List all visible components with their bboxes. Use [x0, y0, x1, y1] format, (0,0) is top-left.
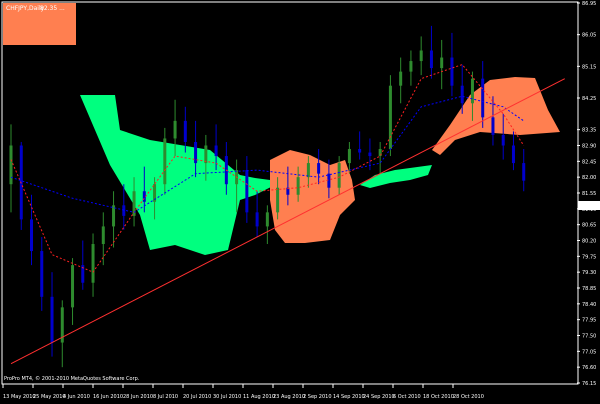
candle-body [163, 138, 167, 185]
x-tick-label: 8 Jul 2010 [153, 394, 178, 400]
x-tick-label: 6 Oct 2010 [393, 394, 421, 400]
candle-body [470, 78, 474, 104]
candle-body [214, 145, 218, 157]
ichimoku-chart: 86.95 86.05 85.15 84.25 83.35 82.90 82.45 82.00… [1, 1, 600, 400]
y-tick-label: 82.90 [582, 144, 596, 150]
candle-body [388, 85, 392, 150]
candle-body [183, 120, 187, 142]
candle-body [30, 219, 34, 252]
price-label: 81.95 [580, 203, 597, 210]
chart-header-values: 82.35 ... [40, 5, 65, 12]
x-tick-label: 4 Jun 2010 [63, 394, 90, 400]
x-tick-label: 23 Aug 2010 [273, 394, 305, 400]
y-axis: 86.95 86.05 85.15 84.25 83.35 82.90 82.45 82.00… [577, 1, 596, 387]
kijun-sen-line [10, 95, 525, 213]
y-tick-label: 76.15 [582, 381, 596, 387]
copyright-text: ProPro MT4, © 2001-2010 MetaQuotes Softw… [4, 375, 140, 382]
candle-body [358, 149, 362, 153]
x-tick-label: 20 Jul 2010 [183, 394, 211, 400]
candle-body [245, 170, 249, 213]
x-tick-label: 28 Jun 2010 [123, 394, 153, 400]
y-tick-label: 86.95 [582, 1, 596, 7]
y-tick-label: 78.40 [582, 302, 596, 308]
candle-body [9, 145, 13, 185]
cloud-layer [3, 3, 560, 255]
candle-body [327, 173, 331, 188]
candle-body [317, 163, 321, 174]
candle-body [347, 149, 351, 164]
y-tick-label: 80.20 [582, 239, 596, 245]
candle-body [265, 212, 269, 227]
x-tick-label: 24 Sep 2010 [363, 394, 395, 400]
candle-body [491, 117, 495, 135]
y-tick-label: 82.00 [582, 175, 596, 181]
y-tick-label: 85.15 [582, 64, 596, 70]
x-tick-label: 16 Jun 2010 [93, 394, 123, 400]
x-tick-label: 25 May 2010 [33, 394, 66, 400]
y-tick-label: 77.95 [582, 318, 596, 324]
candle-body [440, 57, 444, 69]
cloud-bear-right [432, 77, 560, 155]
candlestick-series [9, 25, 526, 368]
y-tick-label: 78.85 [582, 286, 596, 292]
candle-body [522, 163, 526, 181]
candle-body [337, 163, 341, 188]
y-tick-label: 83.35 [582, 128, 596, 134]
candle-body [306, 163, 310, 178]
y-tick-label: 79.75 [582, 254, 596, 260]
candle-body [399, 71, 403, 86]
candle-body [296, 177, 300, 195]
x-tick-label: 30 Jul 2010 [213, 394, 241, 400]
y-tick-label: 76.60 [582, 365, 596, 371]
candle-body [204, 145, 208, 164]
cloud-bull-small [360, 165, 432, 188]
candle-body [101, 226, 105, 245]
y-tick-label: 77.05 [582, 349, 596, 355]
candle-body [419, 50, 423, 62]
cloud-bear-middle [270, 150, 355, 243]
x-tick-label: 14 Sep 2010 [333, 394, 365, 400]
y-tick-label: 79.30 [582, 270, 596, 276]
candle-body [501, 134, 505, 146]
candle-body [276, 187, 280, 213]
candle-body [460, 85, 464, 104]
candle-body [409, 61, 413, 72]
y-tick-label: 86.05 [582, 33, 596, 39]
y-tick-label: 82.45 [582, 159, 596, 165]
x-tick-label: 2 Sep 2010 [303, 394, 332, 400]
x-tick-label: 18 Oct 2010 [423, 394, 454, 400]
x-tick-label: 11 Aug 2010 [243, 394, 275, 400]
x-tick-label: 28 Oct 2010 [453, 394, 484, 400]
candle-body [173, 120, 177, 139]
candle-body [450, 57, 454, 86]
candle-body [91, 244, 95, 283]
x-axis: 13 May 201025 May 20104 Jun 2010 16 Jun 2… [2, 384, 484, 400]
y-tick-label: 84.25 [582, 96, 596, 102]
candle-body [50, 296, 54, 343]
candle-body [481, 78, 485, 118]
candle-body [255, 212, 259, 227]
y-tick-label: 81.55 [582, 191, 596, 197]
y-tick-label: 80.65 [582, 223, 596, 229]
candle-body [511, 145, 515, 164]
y-tick-label: 77.50 [582, 334, 596, 340]
candle-body [71, 265, 75, 308]
chart-header: CHFJPY,Daily [6, 5, 45, 12]
candle-body [368, 152, 372, 157]
candle-body [112, 205, 116, 227]
candle-body [40, 251, 44, 297]
candle-body [122, 205, 126, 216]
candle-body [429, 50, 433, 69]
x-tick-label: 13 May 2010 [3, 394, 36, 400]
